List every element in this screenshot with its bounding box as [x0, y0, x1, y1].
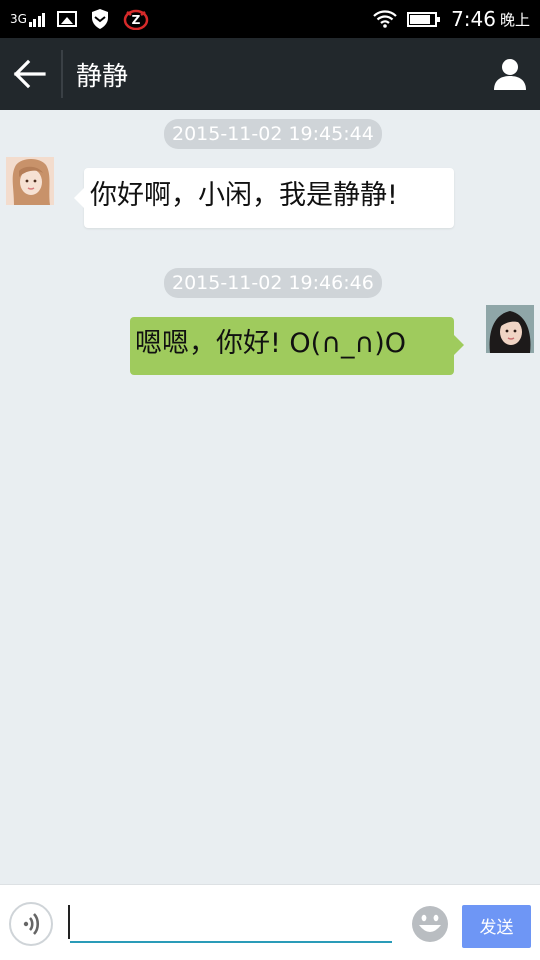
- shield-icon: [91, 9, 108, 29]
- message-input[interactable]: [70, 903, 392, 943]
- battery-icon: [407, 11, 441, 27]
- message-bubble-incoming[interactable]: 你好啊，小闲，我是静静!: [74, 168, 454, 228]
- status-bar: 3G Z 7:46 晚上: [0, 0, 540, 38]
- send-button[interactable]: 发送: [462, 905, 531, 948]
- svg-text:Z: Z: [132, 13, 141, 27]
- user-avatar[interactable]: [486, 305, 534, 353]
- gallery-icon: [56, 11, 77, 27]
- status-left: 3G Z: [10, 6, 149, 32]
- signal-icon: [28, 11, 47, 27]
- arrow-left-icon[interactable]: [10, 54, 50, 94]
- network-type: 3G: [10, 12, 27, 26]
- message-text: 你好啊，小闲，我是静静!: [90, 180, 398, 211]
- contact-avatar[interactable]: [6, 157, 54, 205]
- status-right: 7:46 晚上: [373, 4, 530, 34]
- voice-icon: [23, 913, 40, 935]
- security-app-icon: Z: [123, 9, 149, 30]
- clock-period: 晚上: [499, 10, 530, 29]
- header-divider: [61, 50, 63, 98]
- person-icon[interactable]: [490, 54, 530, 94]
- contact-name: 静静: [76, 62, 129, 92]
- emoji-icon[interactable]: [410, 904, 450, 944]
- message-timestamp: 2015-11-02 19:45:44: [164, 119, 382, 149]
- message-bubble-outgoing[interactable]: 嗯嗯，你好! O(∩_∩)O: [130, 317, 464, 375]
- message-timestamp: 2015-11-02 19:46:46: [164, 268, 382, 298]
- chat-screen: 3G Z 7:46 晚上 静静 2015-11-02 19:45:44 你好啊，…: [0, 0, 540, 960]
- clock-time: 7:46: [451, 7, 496, 31]
- message-text: 嗯嗯，你好! O(∩_∩)O: [135, 328, 407, 359]
- chat-header: 静静: [0, 38, 540, 110]
- composer-bar: 发送: [0, 884, 540, 960]
- wifi-icon: [373, 10, 397, 28]
- voice-input-button[interactable]: [9, 902, 53, 946]
